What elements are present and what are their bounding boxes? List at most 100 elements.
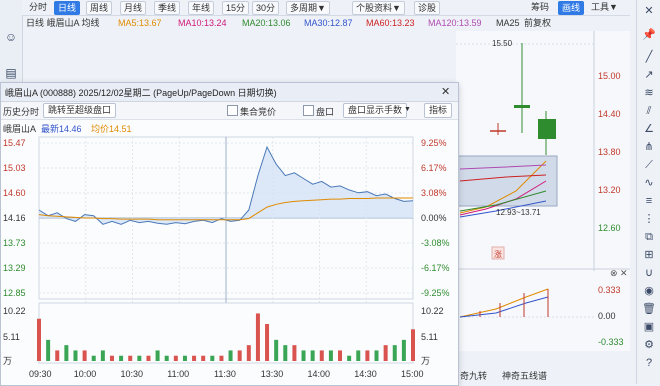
volume-bar (182, 355, 187, 361)
price-tick-label: 15.47 (3, 138, 26, 148)
magnet-tool-icon[interactable]: ∪ (642, 266, 656, 280)
avg-price: 均价14.51 (91, 124, 132, 134)
close-icon[interactable]: ✕ (642, 4, 656, 18)
volume-bar (328, 350, 333, 361)
volume-bar (356, 350, 361, 361)
history-intraday-dialog[interactable]: 峨眉山A (000888) 2025/12/02星期二 (PageUp/Page… (0, 82, 459, 386)
macd-bottom: -0.333 (598, 337, 624, 347)
dialog-quote-row: 峨眉山A 最新14.46 均价14.51 (1, 120, 458, 134)
tab-five-line[interactable]: 神奇五线谱 (502, 369, 547, 382)
pin-icon[interactable]: 📌 (642, 28, 656, 42)
history-label: 历史分时 (3, 107, 40, 117)
volume-tick-label: 10.22 (3, 306, 26, 316)
trash-tool-icon[interactable]: 🗑 (642, 302, 656, 316)
tools-dropdown[interactable]: 工具▼ (588, 1, 621, 13)
auction-label: 集合竞价 (240, 107, 277, 117)
limit-up-tag: 涨 (494, 249, 502, 259)
btn-daily[interactable]: 日线 (54, 1, 81, 15)
btn-draw[interactable]: 画线 (558, 1, 585, 15)
pct-tick-label: -9.25% (421, 288, 450, 298)
dialog-close-icon[interactable]: ✕ (441, 85, 450, 98)
panel-close-icon[interactable]: ⊗ ✕ (610, 268, 628, 279)
btn-chips[interactable]: 筹码 (528, 1, 552, 13)
btn-15min[interactable]: 15分 (222, 1, 250, 15)
dialog-controls: 历史分时 跳转至超级盘口 集合竞价 盘口 盘口显示手数 ▼ 指标 (1, 102, 458, 120)
pankou-display-select[interactable]: 盘口显示手数 (343, 103, 408, 118)
btn-quarterly[interactable]: 季线 (154, 1, 181, 15)
volume-bar (173, 355, 178, 361)
pankou-checkbox[interactable] (303, 105, 314, 116)
lock-tool-icon[interactable]: ⊞ (642, 248, 656, 262)
indicator-button[interactable]: 指标 (424, 103, 453, 118)
ma-indicator-row: 日线 峨眉山A 均线 MA5:13.67 MA10:13.24 MA20:13.… (22, 16, 630, 30)
ray-tool-icon[interactable]: ↗ (642, 68, 656, 82)
volume-tick-label: 万 (3, 356, 12, 366)
cycle-tool-icon[interactable]: ⋮ (642, 212, 656, 226)
volume-bar (411, 329, 415, 361)
image-tool-icon[interactable]: ▣ (642, 320, 656, 334)
btn-monthly[interactable]: 月线 (120, 1, 147, 15)
btn-yearly[interactable]: 年线 (188, 1, 215, 15)
eye-tool-icon[interactable]: ◉ (642, 284, 656, 298)
multi-period-dropdown[interactable]: 多周期▼ (286, 1, 330, 15)
latest-price: 最新14.46 (41, 124, 82, 134)
wave-tool-icon[interactable]: ∿ (642, 176, 656, 190)
tab-nine-turn[interactable]: 奇九转 (460, 369, 487, 382)
btn-weekly[interactable]: 周线 (86, 1, 113, 15)
volume-bar (265, 324, 270, 361)
chart-monitor-icon[interactable]: ▤ (4, 66, 18, 80)
volume-bar (46, 339, 51, 361)
time-label: 09:30 (29, 369, 52, 379)
price-tick-label: 15.03 (3, 163, 26, 173)
stock-info-dropdown[interactable]: 个股资料▼ (352, 1, 405, 15)
volume-tick-label: 5.11 (3, 332, 20, 342)
volume-bar (164, 355, 169, 361)
channel-tool-icon[interactable]: ≋ (642, 86, 656, 100)
pct-tick-label: -3.08% (421, 238, 450, 248)
fan-tool-icon[interactable]: ⟋ (642, 158, 656, 172)
volume-bar (128, 355, 133, 361)
volume-bar (365, 350, 370, 361)
time-label: 10:30 (121, 369, 144, 379)
robot-icon[interactable]: ☺ (4, 30, 18, 44)
btn-30min[interactable]: 30分 (252, 1, 280, 15)
price-tick-label: 14.60 (3, 188, 26, 198)
btn-diagnose[interactable]: 诊股 (414, 1, 441, 15)
volume-bar (246, 345, 251, 361)
jump-super-pankou-button[interactable]: 跳转至超级盘口 (43, 103, 117, 118)
line-tool-icon[interactable]: ╱ (642, 50, 656, 64)
fork-tool-icon[interactable]: ⋔ (642, 140, 656, 154)
k-price-12.60: 12.60 (598, 223, 621, 233)
pct-tick-label: 3.08% (421, 188, 447, 198)
help-tool-icon[interactable]: ? (642, 356, 656, 370)
volume-bar (55, 350, 60, 361)
price-tick-label: 13.29 (3, 263, 26, 273)
parallel-tool-icon[interactable]: ⫽ (642, 104, 656, 118)
chevron-down-icon: ▼ (404, 106, 411, 113)
intraday-chart[interactable]: 15.47 15.03 14.60 14.16 13.73 13.29 12.85 9.25… (1, 135, 458, 385)
volume-bar (155, 350, 160, 361)
kline-chart[interactable]: 15.50 15.00 14.40 13.80 13.20 12.60 12.9… (456, 31, 630, 351)
volume-bar (37, 318, 41, 361)
pct-tick-label: 0.00% (421, 213, 447, 223)
price-tick-label: 13.73 (3, 238, 26, 248)
settings-tool-icon[interactable]: ⚙ (642, 338, 656, 352)
volume-bar (210, 355, 215, 361)
volume-bar (219, 355, 224, 361)
k-price-13.80: 13.80 (598, 147, 621, 157)
volume-bar (237, 350, 242, 361)
time-label: 10:00 (74, 369, 97, 379)
time-label: 11:30 (214, 369, 236, 379)
fib-tool-icon[interactable]: ≡ (642, 194, 656, 208)
dialog-titlebar[interactable]: 峨眉山A (000888) 2025/12/02星期二 (PageUp/Page… (1, 83, 458, 102)
pct-tick-label: 9.25% (421, 138, 447, 148)
volume-bar (274, 339, 279, 361)
copy-tool-icon[interactable]: ⧉ (642, 230, 656, 244)
volume-bar (255, 313, 260, 361)
k-price-13.20: 13.20 (598, 185, 621, 195)
angle-tool-icon[interactable]: ∠ (642, 122, 656, 136)
k-price-15.00: 15.00 (598, 71, 621, 81)
btn-intraday[interactable]: 分时 (26, 1, 50, 13)
auction-checkbox[interactable] (227, 105, 238, 116)
adjust-mode[interactable]: 前复权 (524, 16, 551, 30)
